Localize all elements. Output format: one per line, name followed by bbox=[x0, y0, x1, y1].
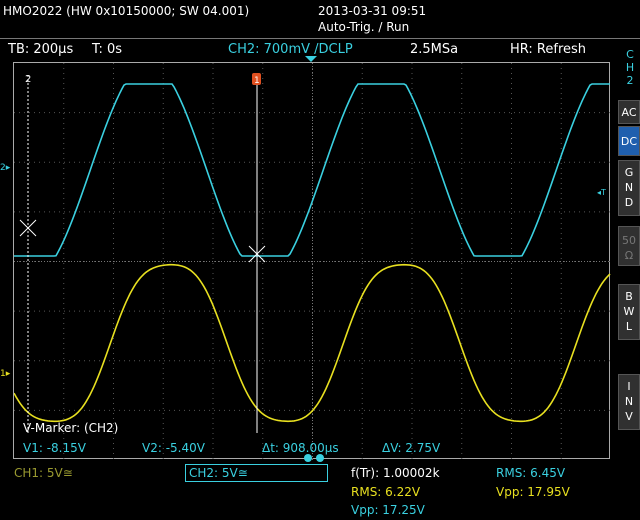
timebase-readout[interactable]: TB: 200µs bbox=[8, 42, 73, 57]
delta-t-readout: Δt: 908.00µs bbox=[262, 441, 339, 455]
v2-readout: V2: -5.40V bbox=[142, 441, 205, 455]
ch1-rms-readout: RMS: 6.22V bbox=[351, 485, 421, 499]
ch2-setting-readout[interactable]: CH2: 700mV /DCLP bbox=[228, 42, 353, 57]
sample-rate-readout: 2.5MSa bbox=[410, 42, 459, 57]
marker-crosshair-1 bbox=[19, 219, 37, 237]
device-info: HMO2022 (HW 0x10150000; SW 04.001) bbox=[3, 4, 250, 18]
ch1-ground-marker[interactable]: 1▸ bbox=[0, 369, 10, 379]
ch2-waveform bbox=[14, 83, 610, 257]
datetime: 2013-03-31 09:51 bbox=[318, 4, 427, 18]
ac-coupling-button[interactable]: AC bbox=[618, 100, 640, 124]
cursor1-label: 2 bbox=[25, 74, 31, 85]
delta-v-readout: ΔV: 2.75V bbox=[382, 441, 441, 455]
frequency-readout: f(Tr): 1.00002k bbox=[351, 466, 440, 480]
scope-display[interactable]: 2 1 V-Marker: (CH2) V1: -8.15V V2: -5.40… bbox=[13, 62, 611, 460]
gnd-coupling-button[interactable]: G N D bbox=[618, 160, 640, 216]
ch2-scale-readout[interactable]: CH2: 5V≅ bbox=[185, 464, 328, 482]
bwl-button[interactable]: B W L bbox=[618, 284, 640, 340]
header-divider bbox=[0, 38, 640, 39]
trigger-level-marker[interactable]: ◂T bbox=[597, 188, 606, 197]
v1-readout: V1: -8.15V bbox=[23, 441, 86, 455]
scroll-position-indicator[interactable] bbox=[302, 452, 326, 464]
graticule bbox=[14, 63, 611, 460]
ch1-scale-readout[interactable]: CH1: 5V≅ bbox=[14, 466, 73, 480]
ch2-rms-readout: RMS: 6.45V bbox=[496, 466, 566, 480]
cursor2-label: 1 bbox=[254, 76, 260, 86]
50-ohm-button[interactable]: 50 Ω bbox=[618, 226, 640, 266]
ch2-vpp-readout: Vpp: 17.95V bbox=[496, 485, 570, 499]
dc-coupling-button[interactable]: DC bbox=[618, 126, 640, 156]
trigger-status: Auto-Trig. / Run bbox=[318, 20, 410, 34]
ch1-vpp-readout: Vpp: 17.25V bbox=[351, 503, 425, 517]
vmarker-title: V-Marker: (CH2) bbox=[23, 421, 119, 435]
hr-mode-readout[interactable]: HR: Refresh bbox=[510, 42, 586, 57]
trigger-time-readout[interactable]: T: 0s bbox=[92, 42, 122, 57]
ch2-ground-marker[interactable]: 2▸ bbox=[0, 163, 10, 173]
waveform-canvas: 2 1 bbox=[14, 63, 611, 460]
invert-button[interactable]: I N V bbox=[618, 374, 640, 430]
sidebar-channel-label: C H 2 bbox=[625, 48, 635, 87]
